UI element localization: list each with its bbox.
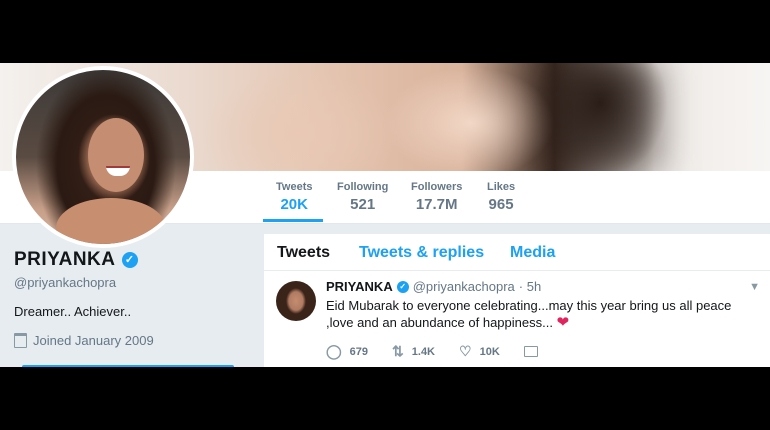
verified-badge-icon: ✓ — [396, 280, 409, 293]
tweet-item[interactable]: PRIYANKA ✓ @priyankachopra · 5h ▼ Eid Mu… — [264, 271, 770, 366]
profile-card: PRIYANKA ✓ @priyankachopra Dreamer.. Ach… — [14, 249, 254, 348]
like-button[interactable]: ♡ 10K — [459, 343, 500, 360]
stat-likes-label: Likes — [487, 181, 516, 193]
tweet-avatar[interactable] — [276, 281, 316, 321]
direct-message-button[interactable] — [523, 343, 538, 360]
stat-followers-label: Followers — [411, 181, 463, 193]
profile-page: Tweets 20K Following 521 Followers 17.7M… — [0, 63, 770, 367]
tweet-header: PRIYANKA ✓ @priyankachopra · 5h — [326, 279, 541, 294]
tweet-timestamp[interactable]: · 5h — [519, 279, 541, 294]
tab-tweets-replies[interactable]: Tweets & replies — [359, 244, 484, 262]
retweet-icon: ⇅ — [392, 343, 404, 359]
tab-media[interactable]: Media — [510, 244, 555, 262]
profile-handle[interactable]: @priyankachopra — [14, 275, 254, 290]
joined-date: Joined January 2009 — [33, 333, 154, 348]
stat-following-value: 521 — [350, 196, 376, 213]
timeline-tabs: Tweets Tweets & replies Media — [264, 234, 770, 271]
stat-likes-value: 965 — [488, 196, 514, 213]
tweet-to-button[interactable] — [22, 365, 234, 367]
stat-followers-value: 17.7M — [415, 196, 458, 213]
stat-likes[interactable]: Likes 965 — [487, 181, 515, 213]
red-heart-icon: ❤ — [556, 314, 570, 331]
stat-following[interactable]: Following 521 — [337, 181, 388, 213]
stat-tweets-value: 20K — [280, 196, 308, 213]
tweet-author-name[interactable]: PRIYANKA — [326, 279, 393, 294]
chevron-down-icon[interactable]: ▼ — [749, 281, 760, 293]
profile-bio: Dreamer.. Achiever.. — [14, 304, 132, 319]
reply-icon: ◯ — [326, 343, 342, 359]
profile-avatar[interactable] — [12, 66, 194, 248]
active-stat-underline — [263, 219, 323, 222]
mail-icon — [523, 346, 538, 357]
tweet-text-body: Eid Mubarak to everyone celebrating...ma… — [326, 298, 732, 330]
stat-followers[interactable]: Followers 17.7M — [411, 181, 462, 213]
timeline: Tweets Tweets & replies Media PRIYANKA ✓… — [264, 234, 770, 367]
calendar-icon — [14, 333, 27, 348]
tweet-text: Eid Mubarak to everyone celebrating...ma… — [326, 297, 756, 331]
profile-name[interactable]: PRIYANKA — [14, 249, 116, 271]
verified-badge-icon: ✓ — [121, 252, 138, 268]
stat-tweets-label: Tweets — [276, 181, 313, 193]
heart-icon: ♡ — [459, 343, 472, 359]
reply-button[interactable]: ◯ 679 — [326, 343, 368, 360]
retweet-count: 1.4K — [411, 345, 436, 358]
profile-joined: Joined January 2009 — [14, 333, 254, 348]
tweet-author-handle[interactable]: @priyankachopra — [413, 279, 515, 294]
retweet-button[interactable]: ⇅ 1.4K — [392, 343, 435, 360]
tweet-actions: ◯ 679 ⇅ 1.4K ♡ 10K — [326, 343, 562, 360]
stat-following-label: Following — [337, 181, 389, 193]
tab-tweets[interactable]: Tweets — [277, 244, 330, 262]
reply-count: 679 — [349, 345, 369, 358]
stat-tweets[interactable]: Tweets 20K — [276, 181, 312, 213]
like-count: 10K — [479, 345, 500, 358]
